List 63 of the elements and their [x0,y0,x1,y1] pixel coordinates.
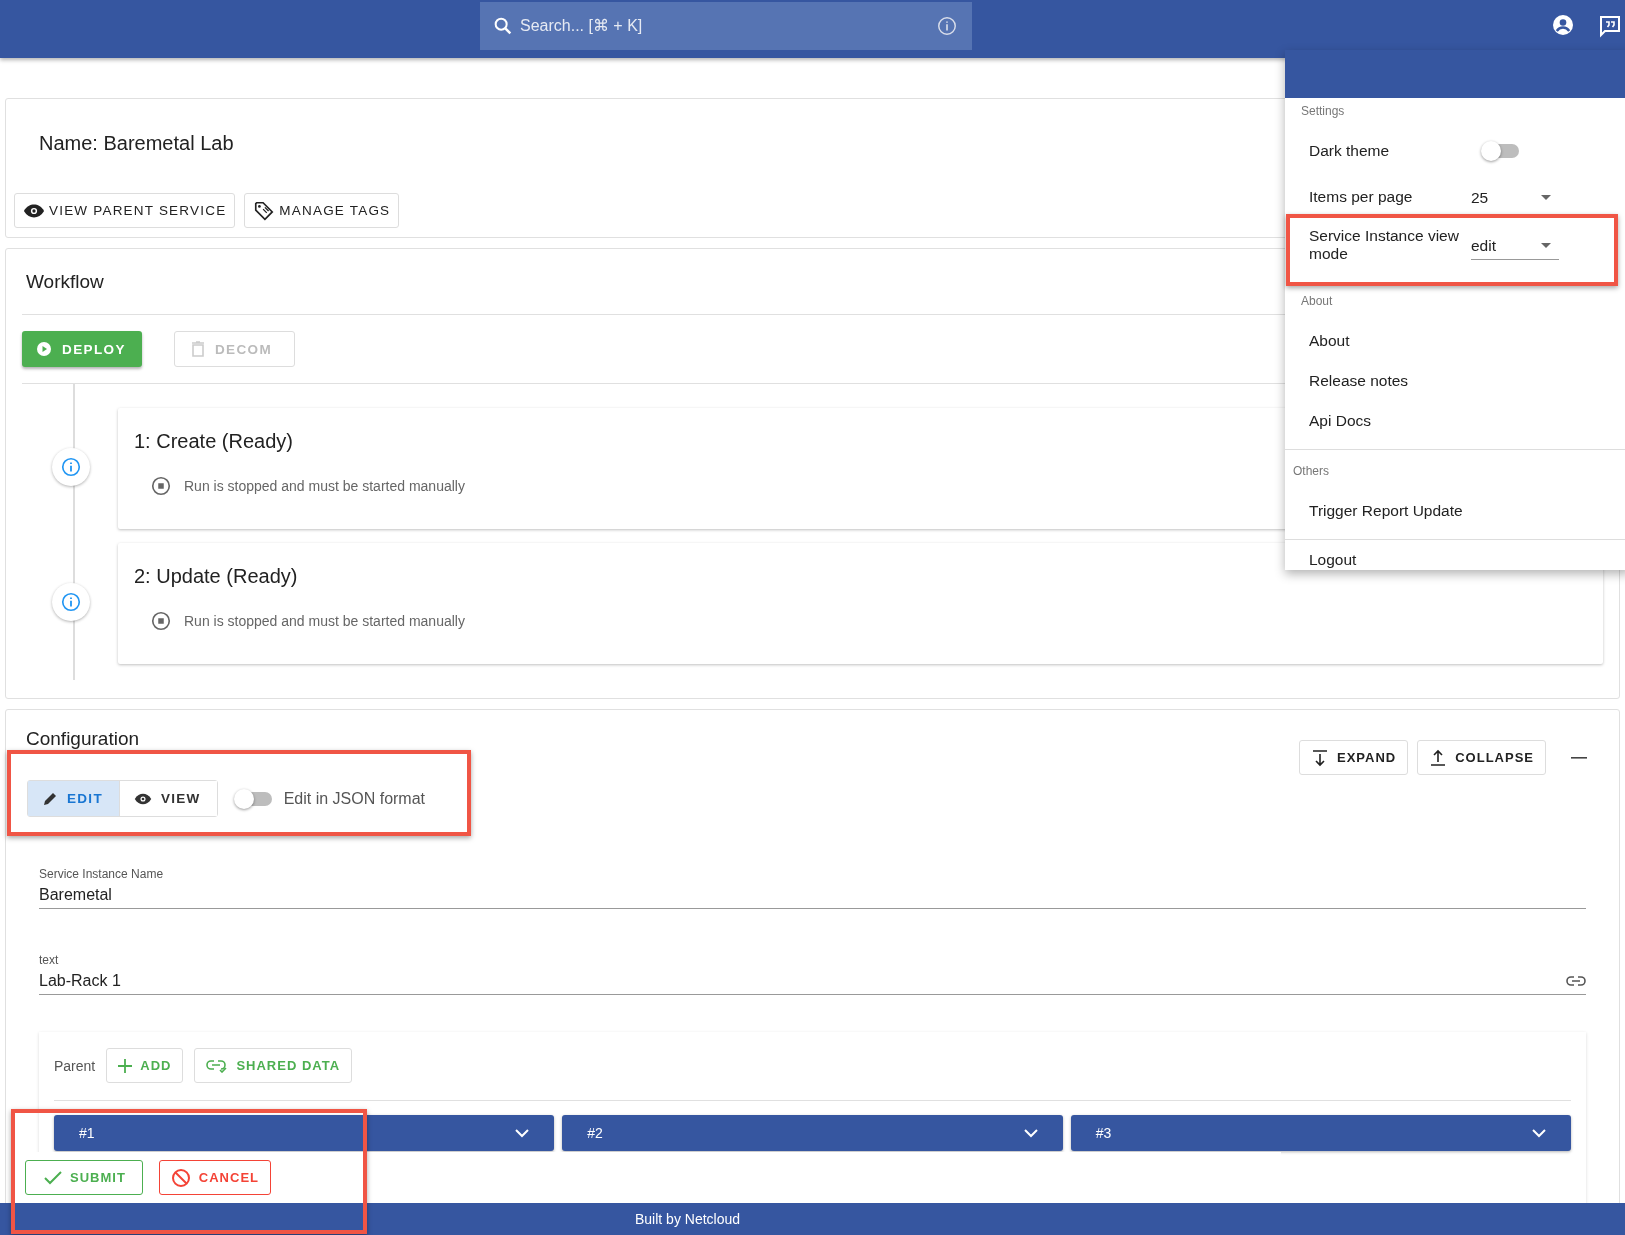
logout-item[interactable]: Logout [1285,540,1625,580]
section-title: Configuration [25,728,140,750]
block-icon [170,1167,191,1188]
feedback-icon[interactable] [1598,14,1622,38]
menu-item[interactable]: Api Docs [1285,401,1625,441]
parent-item-header[interactable]: #3 [1070,1115,1571,1151]
select-field[interactable]: edit [1471,230,1559,260]
json-toggle[interactable] [235,791,272,806]
footer-text: Built by Netcloud [634,1211,741,1227]
expand-icon [1311,748,1329,767]
tag-icon [253,199,276,222]
pencil-icon [42,790,58,807]
chevron-icon [1023,1128,1038,1138]
link-icon [206,1058,229,1073]
step-title: 1: Create (Ready) [134,430,294,453]
eye-icon [23,202,45,219]
link-icon[interactable] [1566,975,1586,987]
menu-item[interactable]: Trigger Report Update [1285,491,1625,531]
step-status: Run is stopped and must be started manually [184,613,465,629]
menu-section-title: Settings [1300,103,1346,120]
search-field[interactable]: Search... [⌘ + K] [480,2,972,50]
plus-icon [118,1058,133,1073]
text-field[interactable]: Service Instance Name Baremetal [39,867,1586,909]
menu-item-label: Items per page [1309,188,1414,206]
menu-item[interactable]: About [1285,321,1625,361]
parent-label: Parent [54,1057,96,1074]
dropdown-icon [1541,195,1551,201]
menu-section-title: Others [1292,463,1330,480]
info-icon[interactable] [52,583,90,621]
text-field[interactable]: text Lab-Rack 1 [39,953,1586,995]
check-icon [44,1170,62,1185]
info-icon[interactable] [936,15,958,37]
collapse-button[interactable]: COLLAPSE [1417,740,1546,775]
menu-item[interactable]: Release notes [1285,361,1625,401]
view-parent-button[interactable]: VIEW PARENT SERVICE [14,193,236,228]
chevron-icon [515,1128,530,1138]
page-title: Name: Baremetal Lab [39,132,234,155]
cancel-button[interactable]: CANCEL [158,1160,271,1195]
search-icon [492,15,514,37]
view-tab[interactable]: VIEW [118,781,217,816]
eye-icon [133,792,152,805]
menu-item-label: Dark theme [1309,142,1391,160]
menu-item-label: Service Instance view mode [1309,227,1460,263]
step-title: 2: Update (Ready) [134,565,299,588]
menu-section-title: About [1300,293,1334,310]
parent-item-header[interactable]: #2 [562,1115,1063,1151]
select-field[interactable]: 25 [1471,183,1559,211]
section-title: Workflow [25,271,105,293]
stop-icon [150,475,172,497]
toggle-label: Edit in JSON format [283,789,426,808]
account-icon[interactable] [1551,13,1575,37]
collapse-icon [1429,748,1448,767]
step-status: Run is stopped and must be started manually [184,478,465,494]
dark-theme-toggle[interactable] [1483,144,1519,158]
info-icon[interactable] [52,448,90,486]
trash-icon [190,341,205,357]
play-icon [36,341,52,357]
edit-tab[interactable]: EDIT [28,781,119,816]
stop-icon [150,610,172,632]
manage-tags-button[interactable]: MANAGE TAGS [244,193,400,228]
parent-item-header[interactable]: #1 [54,1115,555,1151]
chevron-icon [1532,1128,1546,1138]
expand-button[interactable]: EXPAND [1299,740,1409,775]
